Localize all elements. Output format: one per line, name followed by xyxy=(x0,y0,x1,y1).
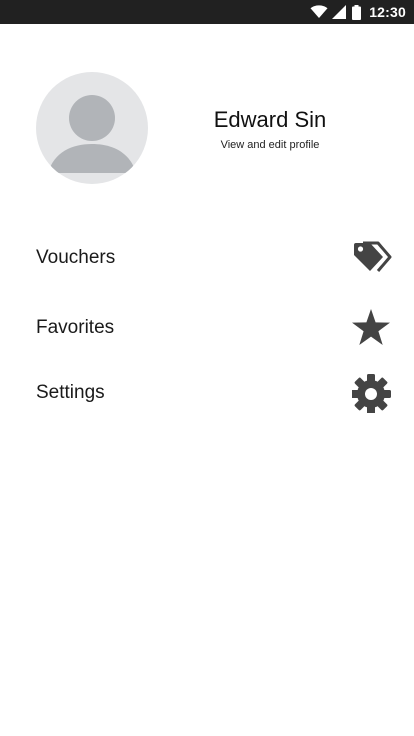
status-bar: 12:30 xyxy=(0,0,414,24)
profile-header[interactable]: Edward Sin View and edit profile xyxy=(0,24,414,204)
menu-item-favorites[interactable]: Favorites xyxy=(0,298,414,358)
star-icon xyxy=(352,308,392,348)
menu-item-label: Settings xyxy=(36,382,105,403)
avatar[interactable] xyxy=(36,72,148,184)
battery-icon xyxy=(352,4,362,20)
view-edit-profile-link[interactable]: View and edit profile xyxy=(170,137,370,153)
profile-name[interactable]: Edward Sin xyxy=(170,105,370,135)
menu-item-label: Vouchers xyxy=(36,247,116,268)
gear-icon xyxy=(352,373,392,413)
status-icons: 12:30 xyxy=(310,0,406,24)
menu-item-vouchers[interactable]: Vouchers xyxy=(0,228,414,288)
app-screen: 12:30 Edward Sin View and edit profile V… xyxy=(0,0,414,736)
signal-icon xyxy=(332,5,347,19)
person-placeholder-icon xyxy=(48,95,136,173)
menu-item-settings[interactable]: Settings xyxy=(0,363,414,423)
status-time: 12:30 xyxy=(369,4,406,20)
menu-item-label: Favorites xyxy=(36,317,115,338)
wifi-icon xyxy=(310,5,328,19)
tags-icon xyxy=(352,238,392,278)
